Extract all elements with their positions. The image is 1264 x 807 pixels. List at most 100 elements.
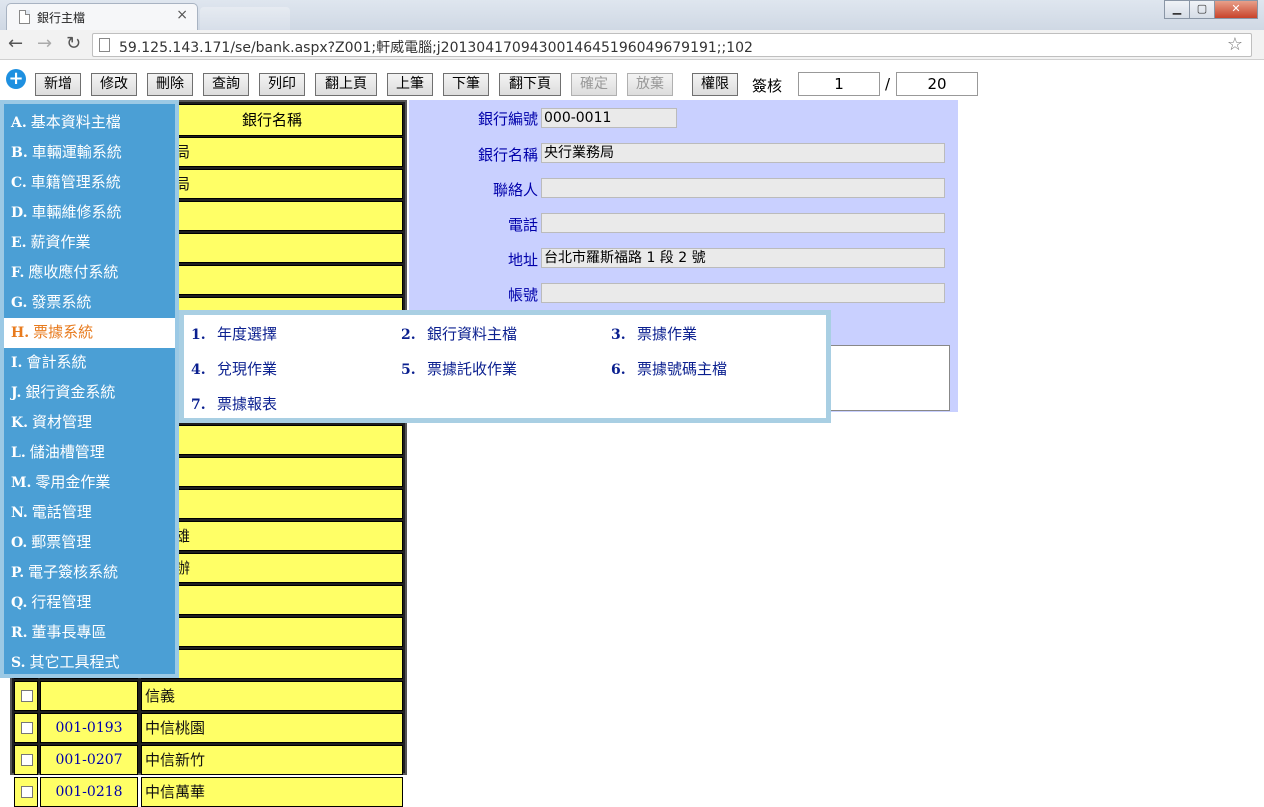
menu-item-label: 基本資料主檔 <box>30 113 121 131</box>
address-bar[interactable]: 59.125.143.171/se/bank.aspx?Z001;軒威電腦;j2… <box>92 33 1252 57</box>
menu-item-key: K. <box>11 415 29 431</box>
menu-item-label: 電子簽核系統 <box>28 563 119 581</box>
account-field[interactable] <box>541 283 945 303</box>
menu-item-g[interactable]: G. 發票系統 <box>4 288 175 318</box>
close-window-button[interactable]: ✕ <box>1214 0 1258 19</box>
forward-arrow-icon[interactable]: → <box>37 33 52 54</box>
contact-label: 聯絡人 <box>492 181 538 199</box>
menu-item-d[interactable]: D. 車輛維修系統 <box>4 198 175 228</box>
menu-item-s[interactable]: S. 其它工具程式 <box>4 648 175 678</box>
submenu-item-7[interactable]: 7. 票據報表 <box>191 393 277 414</box>
row-checkbox[interactable] <box>21 786 33 798</box>
tab-close-icon[interactable]: × <box>176 7 188 23</box>
menu-item-f[interactable]: F. 應收應付系統 <box>4 258 175 288</box>
menu-item-o[interactable]: O. 郵票管理 <box>4 528 175 558</box>
bank-code-cell[interactable] <box>40 681 138 711</box>
menu-item-a[interactable]: A. 基本資料主檔 <box>4 108 175 138</box>
submenu-item-6[interactable]: 6. 票據號碼主檔 <box>611 358 727 379</box>
menu-item-q[interactable]: Q. 行程管理 <box>4 588 175 618</box>
add-icon[interactable]: + <box>6 69 26 89</box>
next-record-button[interactable]: 下筆 <box>443 73 489 96</box>
submenu-item-number: 5. <box>401 362 416 378</box>
menu-item-c[interactable]: C. 車籍管理系統 <box>4 168 175 198</box>
bank-name-cell[interactable]: 台南 <box>141 585 403 615</box>
menu-item-l[interactable]: L. 儲油槽管理 <box>4 438 175 468</box>
back-arrow-icon[interactable]: ← <box>8 33 23 54</box>
maximize-button[interactable]: ▢ <box>1189 0 1215 19</box>
menu-item-key: G. <box>11 295 28 311</box>
bank-name-cell[interactable]: 一處 <box>141 201 403 231</box>
bank-code-cell[interactable]: 001-0218 <box>40 777 138 807</box>
bank-name-cell[interactable]: 北高雄 <box>141 521 403 551</box>
menu-item-key: M. <box>11 475 32 491</box>
reload-icon[interactable]: ↻ <box>66 33 81 54</box>
menu-item-n[interactable]: N. 電話管理 <box>4 498 175 528</box>
bank-name-cell[interactable]: 中信萬華 <box>141 777 403 807</box>
submenu-item-number: 3. <box>611 327 626 343</box>
menu-item-p[interactable]: P. 電子簽核系統 <box>4 558 175 588</box>
current-page-input[interactable]: 1 <box>798 72 880 96</box>
menu-item-label: 票據系統 <box>33 323 94 341</box>
menu-item-m[interactable]: M. 零用金作業 <box>4 468 175 498</box>
menu-item-i[interactable]: I. 會計系統 <box>4 348 175 378</box>
row-checkbox[interactable] <box>21 754 33 766</box>
bank-name-cell[interactable]: 信義 <box>141 681 403 711</box>
permission-button[interactable]: 權限 <box>692 73 738 96</box>
bank-name-cell[interactable] <box>141 425 403 455</box>
bank-name-cell[interactable]: 高雄 <box>141 265 403 295</box>
bank-name-cell[interactable]: 海港辦 <box>141 553 403 583</box>
menu-item-key: H. <box>11 325 30 341</box>
bank-code-cell[interactable]: 001-0193 <box>40 713 138 743</box>
menu-item-e[interactable]: E. 薪資作業 <box>4 228 175 258</box>
submenu-item-3[interactable]: 3. 票據作業 <box>611 323 697 344</box>
bank-name-cell[interactable]: 國庫局 <box>141 169 403 199</box>
edit-button[interactable]: 修改 <box>91 73 137 96</box>
menu-item-j[interactable]: J. 銀行資金系統 <box>4 378 175 408</box>
phone-field[interactable] <box>541 213 945 233</box>
system-menu: A. 基本資料主檔 B. 車輛運輸系統 C. 車籍管理系統 D. 車輛維修系統 E. 薪資作業 F.… <box>0 100 179 678</box>
row-checkbox[interactable] <box>21 690 33 702</box>
table-row[interactable]: 信義 <box>14 681 403 711</box>
menu-item-k[interactable]: K. 資材管理 <box>4 408 175 438</box>
submenu-item-label: 兌現作業 <box>217 360 278 378</box>
menu-item-b[interactable]: B. 車輛運輸系統 <box>4 138 175 168</box>
address-field[interactable]: 台北市羅斯福路 1 段 2 號 <box>541 248 945 268</box>
new-button[interactable]: 新增 <box>35 73 81 96</box>
new-tab-button[interactable] <box>200 7 290 30</box>
bank-name-cell[interactable]: 中信新竹 <box>141 745 403 775</box>
table-row[interactable]: 001-0193 中信桃園 <box>14 713 403 743</box>
query-button[interactable]: 查詢 <box>203 73 249 96</box>
bank-name-cell[interactable]: 金山 <box>141 617 403 647</box>
bookmark-star-icon[interactable]: ☆ <box>1227 34 1243 55</box>
bank-name-cell[interactable]: 外匯 <box>141 457 403 487</box>
submenu-item-1[interactable]: 1. 年度選擇 <box>191 323 277 344</box>
table-row[interactable]: 001-0218 中信萬華 <box>14 777 403 807</box>
submenu-item-5[interactable]: 5. 票據託收作業 <box>401 358 517 379</box>
bank-name-cell[interactable]: 花蓮 <box>141 649 403 679</box>
menu-item-label: 薪資作業 <box>30 233 91 251</box>
bank-code-field[interactable]: 000-0011 <box>541 108 677 128</box>
minimize-button[interactable]: ▁ <box>1164 0 1190 19</box>
print-button[interactable]: 列印 <box>259 73 305 96</box>
browser-tab[interactable]: 銀行主檔 × <box>6 3 198 30</box>
menu-item-h[interactable]: H. 票據系統 <box>4 318 175 348</box>
bank-name-field[interactable]: 央行業務局 <box>541 143 945 163</box>
bank-name-cell[interactable]: 基隆 <box>141 233 403 263</box>
prev-page-button[interactable]: 翻上頁 <box>315 73 377 96</box>
delete-button[interactable]: 刪除 <box>147 73 193 96</box>
submenu-item-2[interactable]: 2. 銀行資料主檔 <box>401 323 517 344</box>
contact-field[interactable] <box>541 178 945 198</box>
prev-record-button[interactable]: 上筆 <box>387 73 433 96</box>
discard-button[interactable]: 放棄 <box>627 73 673 96</box>
bank-name-cell[interactable]: 中信桃園 <box>141 713 403 743</box>
row-checkbox[interactable] <box>21 722 33 734</box>
table-row[interactable]: 001-0207 中信新竹 <box>14 745 403 775</box>
next-page-button[interactable]: 翻下頁 <box>499 73 561 96</box>
submenu-item-4[interactable]: 4. 兌現作業 <box>191 358 277 379</box>
bank-code-cell[interactable]: 001-0207 <box>40 745 138 775</box>
confirm-button[interactable]: 確定 <box>571 73 617 96</box>
bank-name-cell[interactable]: 業務局 <box>141 137 403 167</box>
submenu-item-label: 銀行資料主檔 <box>427 325 518 343</box>
bank-name-cell[interactable]: 成功 <box>141 489 403 519</box>
menu-item-r[interactable]: R. 董事長專區 <box>4 618 175 648</box>
